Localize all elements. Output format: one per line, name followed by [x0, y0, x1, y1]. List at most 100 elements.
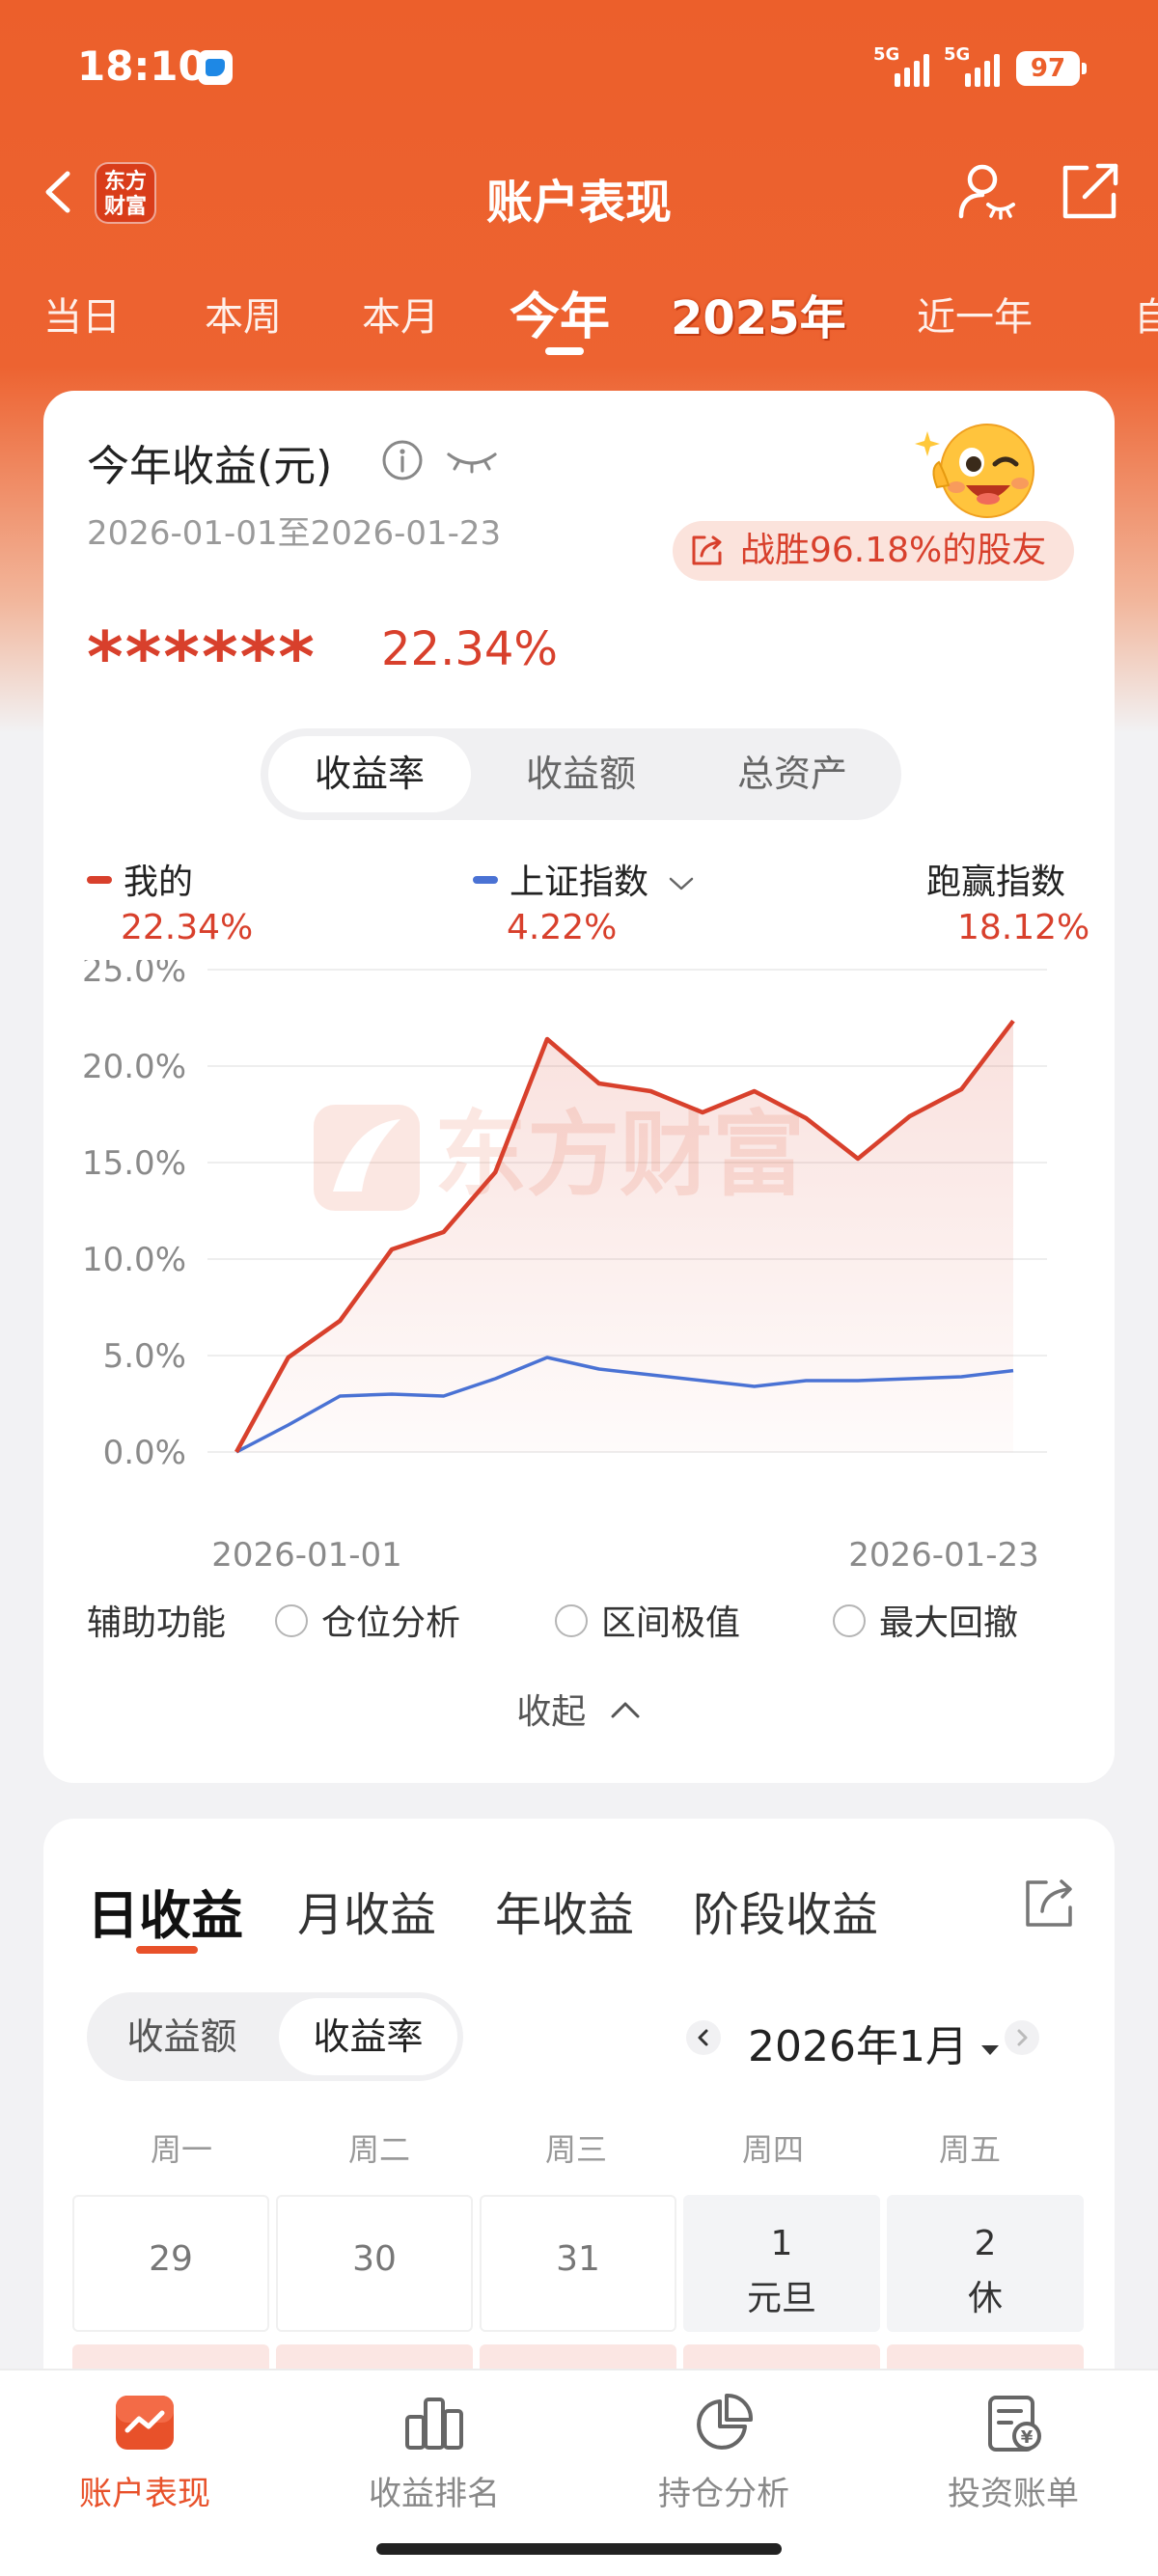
period-tab-ytd[interactable]: 今年 [510, 276, 610, 348]
month-label: 2026年1月 [748, 2022, 968, 2071]
day-note: 元旦 [746, 2279, 816, 2318]
y-axis-labels: 0.0% 5.0% 10.0% 15.0% 20.0% 25.0% [82, 960, 186, 1472]
legend-outperform-value: 18.12% [957, 908, 1090, 947]
calendar-day-holiday[interactable]: 2 休 [887, 2195, 1084, 2332]
legend-index-value: 4.22% [507, 908, 618, 947]
hide-amount-eye-icon[interactable] [443, 439, 501, 481]
x-tick-end: 2026-01-23 [848, 1536, 1039, 1575]
home-indicator [376, 2543, 782, 2555]
caret-down-icon [980, 2045, 999, 2055]
period-tab-today[interactable]: 当日 [43, 286, 121, 342]
day-number: 30 [352, 2239, 397, 2279]
day-number: 1 [770, 2224, 793, 2263]
collapse-label: 收起 [516, 1692, 587, 1732]
radio-range-extremes[interactable] [555, 1604, 588, 1637]
radio-max-drawdown[interactable] [833, 1604, 866, 1637]
toggle-return-amount[interactable]: 收益额 [480, 736, 682, 812]
beat-peers-badge[interactable]: 战胜96.18%的股友 [673, 521, 1074, 581]
y-tick-label: 5.0% [103, 1337, 186, 1376]
calendar-day-holiday[interactable]: 1 元旦 [683, 2195, 880, 2332]
tab-monthly-returns[interactable]: 月收益 [297, 1877, 436, 1944]
export-icon[interactable] [1023, 1877, 1077, 1931]
user-privacy-icon[interactable] [955, 160, 1017, 222]
nav-label: 投资账单 [948, 2475, 1079, 2513]
back-arrow-icon[interactable] [39, 168, 77, 216]
info-icon[interactable] [381, 439, 424, 481]
return-percentage: 22.34% [381, 622, 559, 676]
aux-position-analysis[interactable]: 仓位分析 [275, 1595, 460, 1645]
tab-period-returns[interactable]: 阶段收益 [693, 1877, 878, 1944]
pie-chart-icon [697, 2394, 753, 2450]
calendar-day[interactable]: 30 [276, 2195, 473, 2332]
prev-month-button[interactable] [686, 2020, 721, 2055]
winking-emoji-icon [915, 424, 1034, 518]
next-month-button[interactable] [1005, 2020, 1039, 2055]
period-tab-month[interactable]: 本月 [362, 286, 439, 342]
battery-indicator: 97 [1016, 51, 1087, 86]
month-selector[interactable]: 2026年1月 [748, 2012, 999, 2073]
masked-amount: ****** [87, 617, 317, 698]
aux-label: 辅助功能 [87, 1603, 227, 1643]
y-tick-label: 15.0% [82, 1144, 186, 1183]
performance-chart-icon [116, 2396, 174, 2450]
legend-mine: 我的 [87, 854, 193, 904]
legend-mine-label: 我的 [124, 863, 194, 902]
period-tab-last-year[interactable]: 近一年 [917, 286, 1033, 342]
calendar-day[interactable]: 31 [480, 2195, 676, 2332]
ranking-bars-icon [405, 2398, 463, 2450]
date-range: 2026-01-01至2026-01-23 [87, 514, 502, 553]
network-label-2: 5G [944, 44, 971, 65]
tab-yearly-returns[interactable]: 年收益 [495, 1877, 634, 1944]
y-tick-label: 10.0% [82, 1241, 186, 1279]
legend-index-swatch [473, 876, 498, 884]
beat-peers-text: 战胜96.18%的股友 [740, 531, 1047, 570]
nav-bar: 东方 财富 账户表现 [0, 145, 1158, 241]
summary-title: 今年收益(元) [87, 442, 333, 491]
chart-metric-toggle: 收益率 收益额 总资产 [261, 728, 901, 820]
nav-holdings-analysis[interactable]: 持仓分析 [579, 2392, 868, 2514]
mode-rate[interactable]: 收益率 [279, 1998, 457, 2075]
return-chart[interactable]: 0.0%5.0%10.0%15.0%20.0%25.0% 东方财富 2026-0… [43, 960, 1115, 1577]
tab-daily-returns[interactable]: 日收益 [87, 1873, 243, 1949]
chevron-down-icon [670, 877, 694, 891]
aux-drawdown-label: 最大回撤 [879, 1603, 1019, 1643]
day-number: 29 [149, 2239, 193, 2279]
weekday-tue: 周二 [347, 2131, 410, 2168]
period-tab-week[interactable]: 本周 [205, 286, 282, 342]
aux-max-drawdown[interactable]: 最大回撤 [833, 1595, 1018, 1645]
performance-card: 今年收益(元) 2026-01-01至2026-01-23 战胜96.18%的股… [43, 391, 1115, 1783]
mode-amount[interactable]: 收益额 [93, 1998, 271, 2075]
active-subtab-indicator [136, 1946, 198, 1954]
nav-label: 收益排名 [369, 2475, 500, 2513]
logo-text-1: 东方 [103, 170, 147, 194]
active-tab-indicator [545, 347, 584, 355]
aux-range-label: 区间极值 [601, 1603, 741, 1643]
nav-return-ranking[interactable]: 收益排名 [290, 2392, 579, 2514]
chevron-left-icon [698, 2029, 708, 2046]
app-notification-icon [198, 50, 233, 85]
y-tick-label: 20.0% [82, 1048, 186, 1086]
aux-range-extremes[interactable]: 区间极值 [555, 1595, 740, 1645]
period-tab-2025[interactable]: 2025年 [671, 280, 846, 347]
legend-mine-swatch [87, 876, 112, 884]
nav-account-performance[interactable]: 账户表现 [0, 2392, 290, 2514]
toggle-return-rate[interactable]: 收益率 [268, 736, 471, 812]
collapse-button[interactable]: 收起 [43, 1684, 1115, 1734]
legend-index-label: 上证指数 [510, 863, 649, 902]
calendar-mode-toggle: 收益额 收益率 [87, 1992, 463, 2081]
nav-investment-bill[interactable]: ¥ 投资账单 [868, 2392, 1158, 2514]
radio-position-analysis[interactable] [275, 1604, 308, 1637]
weekday-thu: 周四 [741, 2131, 804, 2168]
toggle-total-assets[interactable]: 总资产 [691, 736, 894, 812]
period-tab-custom[interactable]: 自 [1134, 286, 1158, 342]
weekday-fri: 周五 [938, 2131, 1001, 2168]
legend-index[interactable]: 上证指数 [473, 854, 696, 904]
status-bar: 18:10 5G 5G 97 [0, 0, 1158, 135]
aux-position-label: 仓位分析 [321, 1603, 461, 1643]
bill-icon: ¥ [988, 2396, 1041, 2452]
share-icon[interactable] [1060, 162, 1121, 222]
nav-label: 账户表现 [79, 2475, 210, 2513]
svg-text:¥: ¥ [1021, 2427, 1034, 2448]
y-tick-label: 0.0% [103, 1434, 186, 1472]
calendar-day[interactable]: 29 [72, 2195, 269, 2332]
